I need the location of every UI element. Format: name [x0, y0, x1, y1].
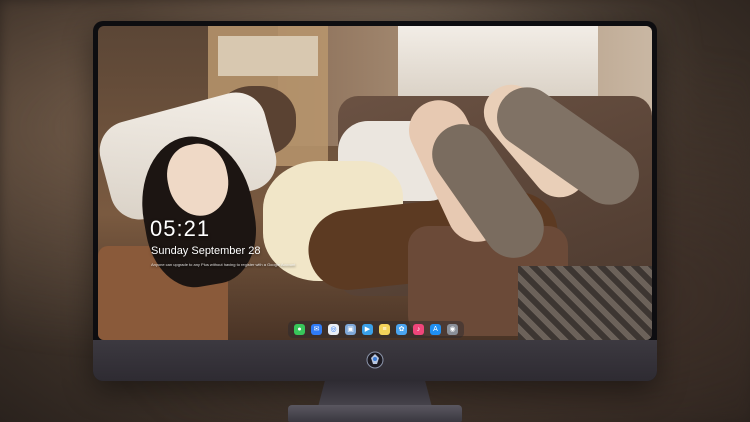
monitor-stand-neck	[318, 381, 432, 407]
mail-icon[interactable]: ✉	[311, 324, 322, 335]
brand-logo-icon	[366, 351, 384, 369]
notes-icon[interactable]: ≡	[379, 324, 390, 335]
lock-clock: 05:21	[150, 216, 211, 241]
wallpaper-shelf-inner	[218, 36, 318, 76]
safari-icon[interactable]: ◎	[328, 324, 339, 335]
monitor: 05:21 Sunday September 28 Anyone can upg…	[93, 21, 657, 381]
lock-screen[interactable]: 05:21 Sunday September 28 Anyone can upg…	[98, 26, 652, 340]
monitor-chin	[93, 340, 657, 381]
videos-icon[interactable]: ▶	[362, 324, 373, 335]
monitor-stand-base	[288, 405, 462, 422]
wallpaper	[98, 26, 652, 340]
music-icon[interactable]: ♪	[413, 324, 424, 335]
app-store-icon[interactable]: A	[430, 324, 441, 335]
dock: ● ✉ ◎ ▣ ▶ ≡ ✿ ♪ A ◉	[288, 321, 464, 338]
wallpaper-plaid-blanket	[518, 266, 652, 340]
lock-date: Sunday September 28	[151, 245, 261, 257]
messages-icon[interactable]: ●	[294, 324, 305, 335]
camera-icon[interactable]: ◉	[447, 324, 458, 335]
lock-message: Anyone can upgrade to any Plus without h…	[151, 262, 296, 267]
finder-icon[interactable]: ▣	[345, 324, 356, 335]
photos-icon[interactable]: ✿	[396, 324, 407, 335]
